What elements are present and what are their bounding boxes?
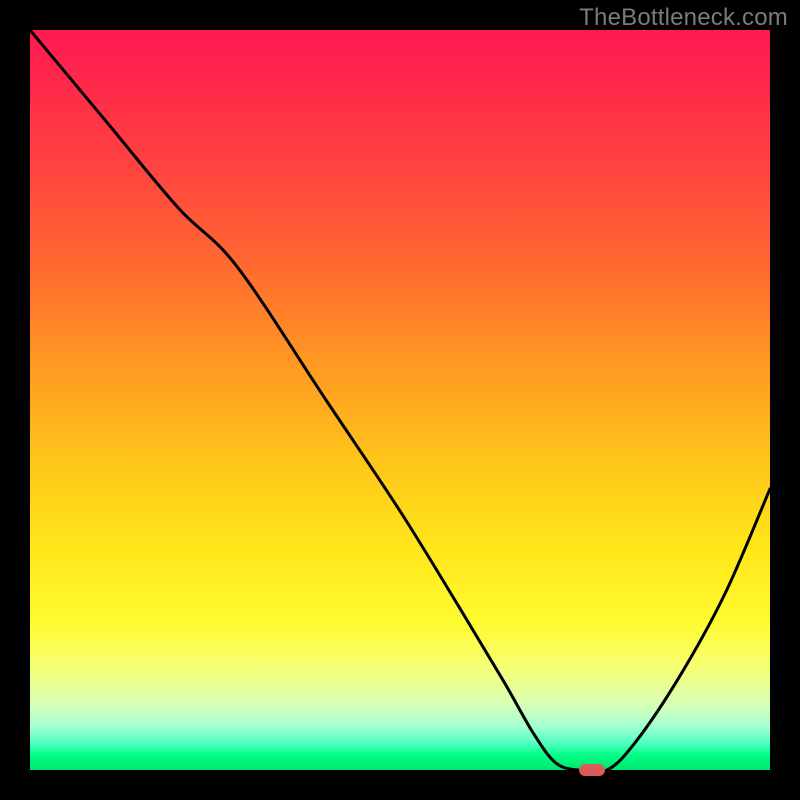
bottleneck-curve (30, 30, 770, 770)
frame: TheBottleneck.com (0, 0, 800, 800)
plot-area (30, 30, 770, 770)
watermark-text: TheBottleneck.com (579, 4, 788, 32)
optimal-marker (579, 764, 605, 776)
